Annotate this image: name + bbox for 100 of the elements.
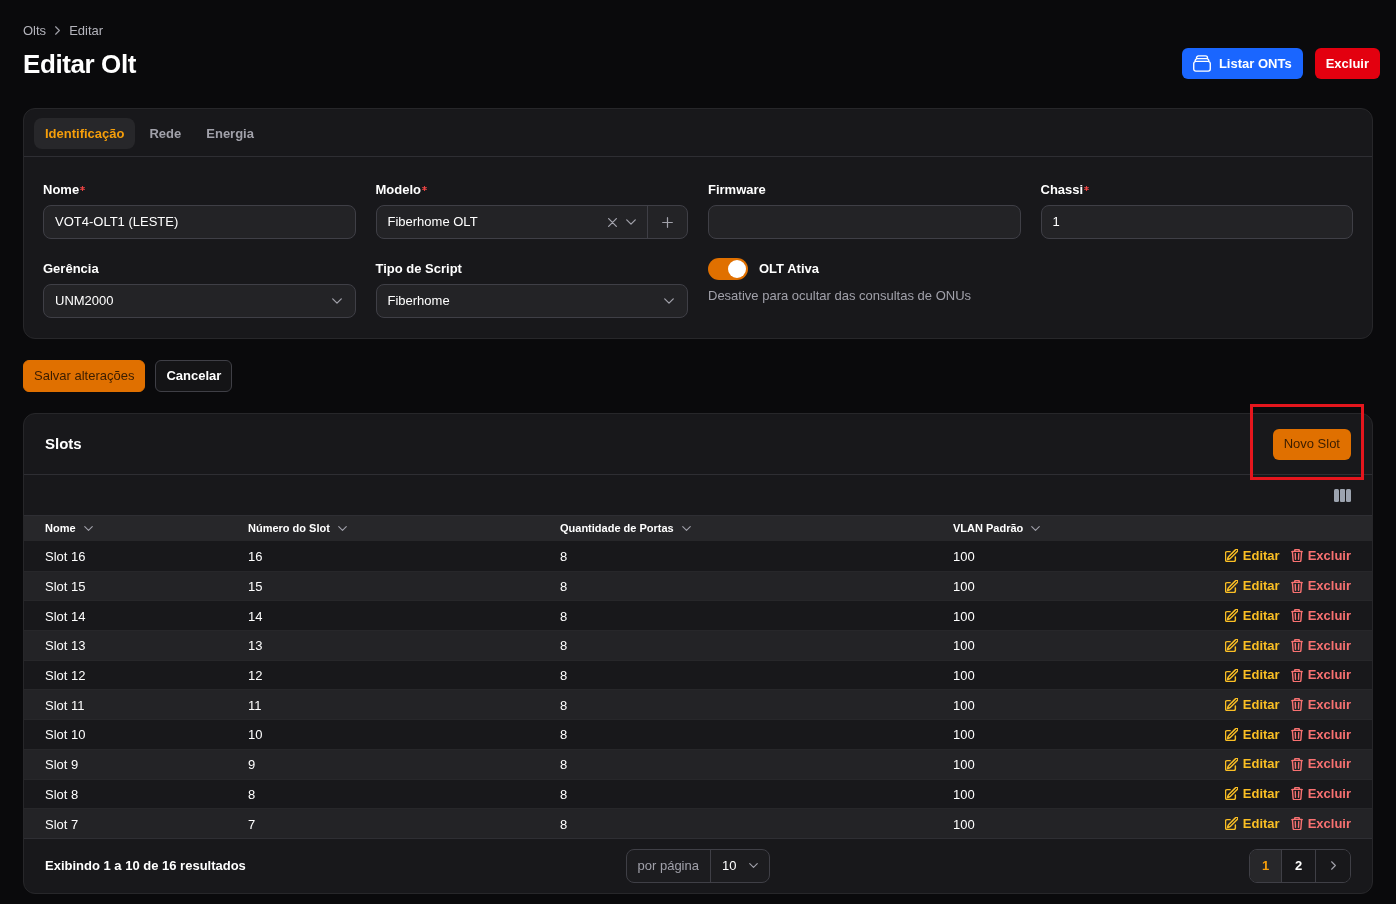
delete-link[interactable]: Excluir: [1290, 695, 1351, 715]
page-title: Editar Olt: [23, 48, 136, 80]
table-cell: Slot 12: [45, 668, 86, 684]
delete-link[interactable]: Excluir: [1290, 546, 1351, 566]
field-label: Tipo de Script: [375, 259, 462, 278]
edit-link[interactable]: Editar: [1224, 665, 1280, 685]
section-title: Slots: [45, 433, 82, 454]
delete-link[interactable]: Excluir: [1290, 605, 1351, 626]
select-field[interactable]: UNM2000: [43, 284, 356, 318]
field-label: Chassi: [1040, 180, 1084, 199]
edit-link[interactable]: Editar: [1224, 576, 1280, 596]
table-cell: 9: [248, 757, 256, 773]
breadcrumb-link[interactable]: Editar: [69, 20, 104, 41]
table-cell: 8: [560, 727, 568, 743]
table-cell: 14: [248, 608, 263, 624]
tab[interactable]: Identificação: [34, 118, 136, 149]
table-cell: 8: [560, 757, 568, 773]
table-cell: 8: [560, 608, 568, 624]
select-field[interactable]: Fiberhome: [375, 284, 688, 318]
stack-icon: [1192, 55, 1211, 72]
breadcrumb-link[interactable]: Olts: [23, 20, 47, 41]
tab[interactable]: Rede: [138, 118, 193, 149]
trash-icon: [1290, 757, 1303, 771]
columns-icon[interactable]: [1334, 488, 1351, 502]
toggle-label: OLT Ativa: [759, 260, 819, 279]
delete-link[interactable]: Excluir: [1290, 784, 1351, 804]
tab[interactable]: Energia: [195, 118, 265, 149]
table-cell: 8: [560, 668, 568, 684]
results-summary: Exibindo 1 a 10 de 16 resultados: [45, 857, 246, 876]
trash-icon: [1290, 579, 1303, 593]
select-field[interactable]: Fiberhome OLT: [375, 205, 688, 239]
table-cell: 12: [248, 668, 263, 684]
trash-icon: [1290, 727, 1303, 741]
clear-icon[interactable]: [608, 217, 617, 227]
table-cell: 100: [953, 638, 975, 654]
trash-icon: [1290, 817, 1303, 831]
trash-icon: [1290, 698, 1303, 712]
table-cell: 8: [560, 816, 568, 832]
plus-icon: [662, 216, 673, 228]
table-cell: 16: [248, 548, 263, 564]
save-button[interactable]: Salvar alterações: [23, 360, 146, 392]
chevron-down-icon: [626, 219, 636, 225]
table-cell: 10: [248, 727, 263, 743]
delete-link[interactable]: Excluir: [1290, 724, 1351, 745]
chevron-down-icon: [664, 298, 674, 304]
trash-icon: [1290, 609, 1303, 623]
column-header[interactable]: VLAN Padrão: [953, 520, 1024, 537]
table-cell: Slot 15: [45, 579, 86, 595]
edit-link[interactable]: Editar: [1224, 635, 1280, 656]
table-cell: 100: [953, 697, 975, 713]
cancel-button[interactable]: Cancelar: [155, 360, 233, 392]
delete-button[interactable]: Excluir: [1314, 48, 1380, 79]
table-cell: 100: [953, 579, 975, 595]
edit-link[interactable]: Editar: [1224, 605, 1280, 626]
page-button[interactable]: 1: [1250, 849, 1282, 882]
field-label: Modelo: [375, 180, 421, 199]
breadcrumb-separator-icon: [55, 26, 61, 35]
table-cell: Slot 7: [45, 816, 79, 832]
table-cell: 100: [953, 668, 975, 684]
field-label: Firmware: [708, 180, 766, 199]
per-page-select[interactable]: 10: [711, 849, 770, 882]
chevron-down-icon: [331, 298, 342, 304]
edit-link[interactable]: Editar: [1224, 813, 1280, 834]
helper-text: Desative para ocultar das consultas de ONUs: [708, 287, 972, 305]
table-cell: Slot 14: [45, 608, 86, 624]
input-field[interactable]: VOT4-OLT1 (LESTE): [43, 205, 356, 239]
edit-link[interactable]: Editar: [1224, 695, 1280, 715]
edit-link[interactable]: Editar: [1224, 724, 1280, 745]
edit-link[interactable]: Editar: [1224, 784, 1280, 804]
table-cell: 11: [248, 697, 262, 713]
table-cell: 8: [560, 638, 568, 654]
delete-link[interactable]: Excluir: [1290, 813, 1351, 834]
delete-link[interactable]: Excluir: [1290, 576, 1351, 596]
table-cell: 8: [248, 786, 256, 802]
toggle-switch[interactable]: [708, 258, 748, 280]
delete-link[interactable]: Excluir: [1290, 754, 1351, 774]
trash-icon: [1290, 638, 1303, 652]
trash-icon: [1290, 787, 1303, 801]
edit-link[interactable]: Editar: [1224, 546, 1280, 566]
table-cell: Slot 16: [45, 548, 86, 564]
per-page-label: por página: [626, 849, 711, 882]
delete-link[interactable]: Excluir: [1290, 635, 1351, 656]
table-cell: Slot 13: [45, 638, 86, 654]
delete-link[interactable]: Excluir: [1290, 665, 1351, 685]
column-header[interactable]: Número do Slot: [248, 520, 330, 537]
trash-icon: [1290, 668, 1303, 682]
list-onts-button[interactable]: Listar ONTs: [1181, 48, 1303, 79]
column-header[interactable]: Quantidade de Portas: [560, 520, 674, 537]
new-slot-button[interactable]: Novo Slot: [1272, 428, 1351, 460]
table-cell: 8: [560, 786, 568, 802]
table-cell: 100: [953, 816, 975, 832]
trash-icon: [1290, 549, 1303, 563]
field-label: Gerência: [43, 259, 99, 278]
input-field[interactable]: 1: [1040, 205, 1353, 239]
table-cell: 8: [560, 548, 568, 564]
input-field[interactable]: [708, 205, 1021, 239]
column-header[interactable]: Nome: [45, 520, 76, 537]
table-cell: Slot 8: [45, 786, 79, 802]
edit-link[interactable]: Editar: [1224, 754, 1280, 774]
table-cell: 7: [248, 816, 256, 832]
